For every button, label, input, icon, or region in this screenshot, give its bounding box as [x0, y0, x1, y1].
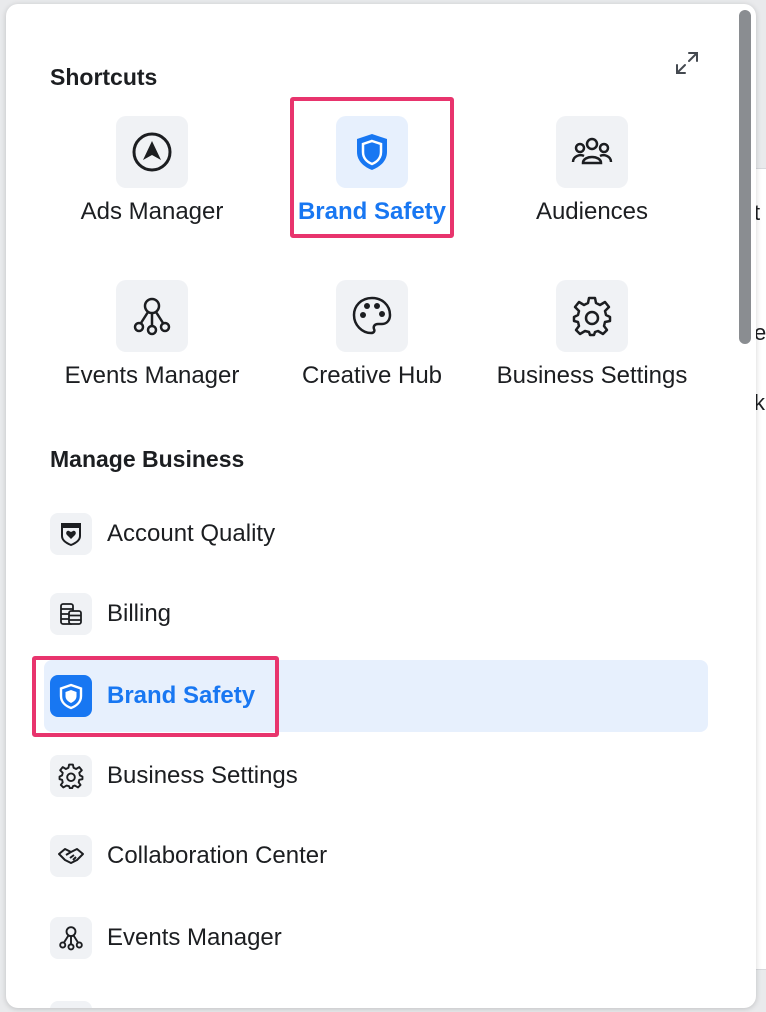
nodes-network-icon [59, 926, 83, 951]
menu-item-account-quality[interactable]: Account Quality [44, 498, 708, 570]
shortcut-audiences[interactable]: Audiences [482, 116, 702, 226]
menu-item-icon [50, 675, 92, 717]
shortcut-tile [116, 280, 188, 352]
menu-item-brand-safety[interactable]: Brand Safety [44, 660, 708, 732]
handshake-icon [58, 848, 84, 864]
shortcut-ads-manager[interactable]: Ads Manager [42, 116, 262, 226]
all-tools-menu: Shortcuts Ads Manager Brand Safety Audie… [6, 4, 756, 1008]
shortcut-tile [336, 116, 408, 188]
menu-item-label: Events Manager [107, 924, 282, 951]
menu-item-label: Billing [107, 600, 172, 627]
menu-item-icon [50, 917, 92, 959]
menu-item-icon [50, 513, 92, 555]
shortcut-label: Brand Safety [297, 198, 447, 225]
shield-heart-icon [61, 523, 81, 547]
menu-item-icon [50, 835, 92, 877]
menu-item-business-settings[interactable]: Business Settings [44, 740, 708, 812]
menu-item-label: Brand Safety [107, 682, 256, 709]
menu-item-events-manager[interactable]: Events Manager [44, 902, 708, 974]
palette-icon [352, 296, 392, 335]
navigation-arrow-icon [132, 132, 172, 172]
shortcut-label: Audiences [535, 198, 649, 225]
menu-item-icon [50, 755, 92, 797]
shield-icon [59, 683, 83, 710]
menu-item-icon [50, 593, 92, 635]
people-group-icon [571, 137, 613, 165]
nodes-network-icon [133, 297, 171, 336]
menu-item-billing[interactable]: Billing [44, 578, 708, 650]
expand-icon [676, 52, 698, 74]
menu-item-icon [50, 1001, 92, 1008]
shortcut-events-manager[interactable]: Events Manager [42, 280, 262, 390]
gear-icon [58, 763, 84, 790]
scrollbar[interactable] [739, 10, 751, 344]
shortcut-label: Business Settings [496, 362, 688, 389]
shortcut-tile [116, 116, 188, 188]
shortcut-business-settings[interactable]: Business Settings [482, 280, 702, 390]
expand-button[interactable] [670, 46, 704, 80]
shortcut-brand-safety[interactable]: Brand Safety [262, 116, 482, 226]
shortcut-label: Events Manager [64, 362, 240, 389]
shortcut-tile [556, 116, 628, 188]
menu-item-collaboration-center[interactable]: Collaboration Center [44, 820, 708, 892]
menu-item-label: Business Settings [107, 762, 298, 789]
shortcut-tile [336, 280, 408, 352]
menu-item-partial[interactable] [44, 986, 708, 1008]
shortcut-label: Ads Manager [80, 198, 224, 225]
shortcut-label: Creative Hub [301, 362, 443, 389]
manage-business-heading: Manage Business [50, 446, 245, 472]
shortcut-tile [556, 280, 628, 352]
menu-item-label: Collaboration Center [107, 842, 328, 869]
shield-icon [357, 134, 387, 170]
database-stack-icon [60, 603, 82, 625]
gear-icon [572, 296, 612, 337]
menu-item-label: Account Quality [107, 520, 276, 547]
shortcuts-heading: Shortcuts [50, 64, 158, 90]
shortcut-creative-hub[interactable]: Creative Hub [262, 280, 482, 390]
